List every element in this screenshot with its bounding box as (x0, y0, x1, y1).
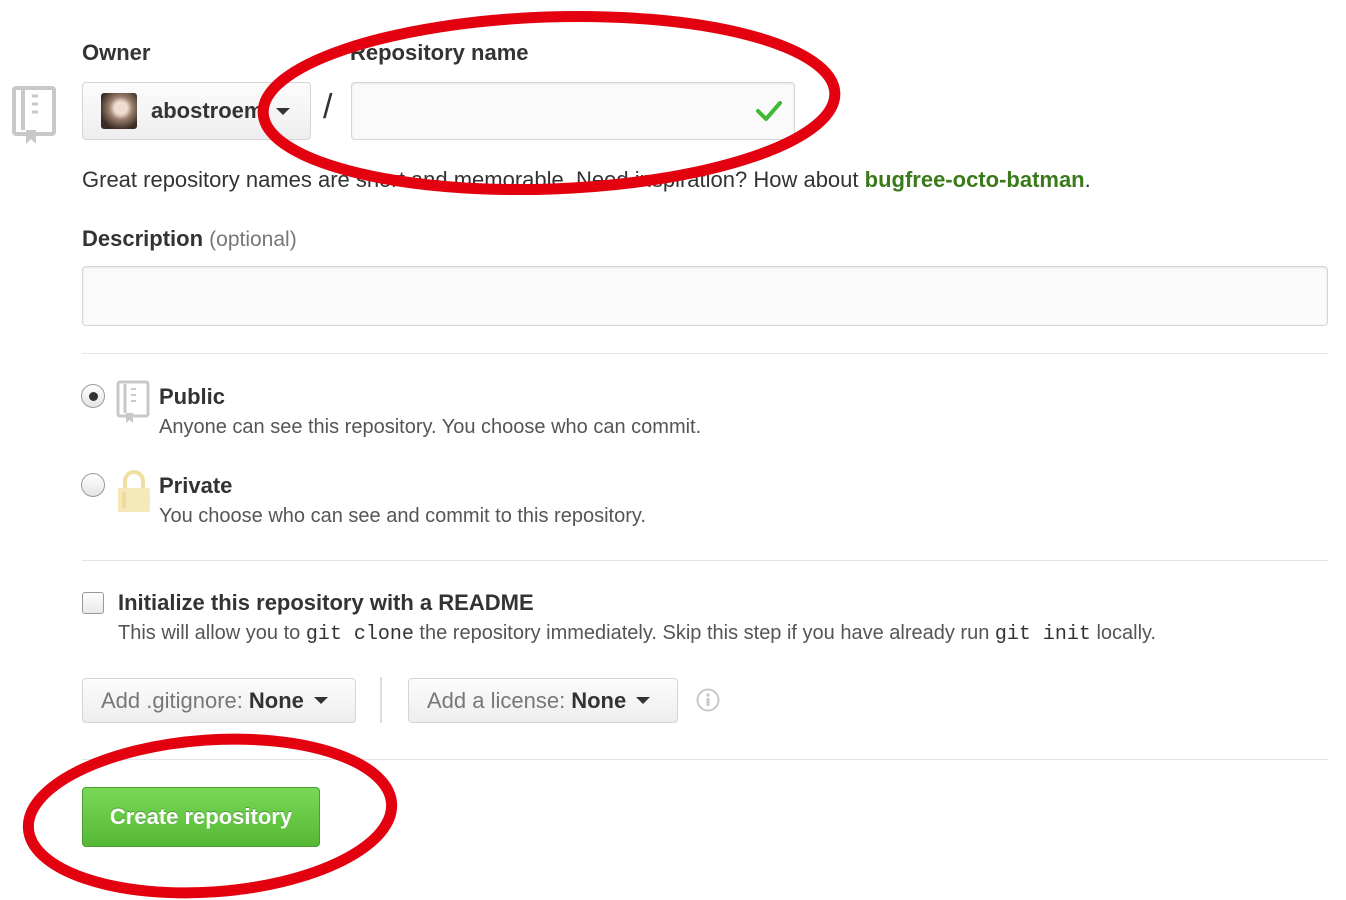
chevron-down-icon (276, 108, 290, 115)
readme-desc-part: the repository immediately. Skip this st… (413, 622, 995, 644)
repo-icon (12, 86, 56, 144)
owner-name: abostroem (151, 98, 264, 123)
lock-icon (118, 470, 150, 512)
readme-description: This will allow you to git clone the rep… (118, 622, 1156, 646)
description-label: Description (optional) (82, 226, 297, 252)
check-icon (756, 101, 782, 121)
license-label: Add a license: (427, 687, 566, 713)
repo-icon (116, 380, 150, 423)
public-option-description: Anyone can see this repository. You choo… (159, 416, 702, 438)
info-icon[interactable] (696, 688, 720, 712)
private-option-title: Private (159, 473, 233, 498)
git-clone-code: git clone (305, 623, 414, 646)
chevron-down-icon (313, 697, 328, 704)
name-suggestion-link[interactable]: bugfree-octo-batman (865, 167, 1085, 192)
divider (82, 759, 1328, 760)
readme-desc-part: This will allow you to (118, 622, 306, 644)
private-option-description: You choose who can see and commit to thi… (159, 505, 646, 527)
repository-name-label: Repository name (350, 40, 529, 65)
repository-name-input[interactable] (351, 82, 795, 140)
repository-name-hint: Great repository names are short and mem… (82, 167, 1091, 193)
readme-desc-part: locally. (1090, 622, 1157, 644)
divider (82, 353, 1328, 354)
owner-repo-separator: / (323, 88, 333, 126)
hint-text: Great repository names are short and mem… (82, 167, 865, 192)
user-avatar (101, 93, 137, 129)
description-optional: (optional) (209, 228, 297, 251)
license-value: None (571, 687, 627, 713)
readme-checkbox[interactable] (82, 592, 104, 614)
chevron-down-icon (636, 697, 651, 704)
create-repository-button[interactable]: Create repository (82, 787, 320, 847)
gitignore-label: Add .gitignore: (101, 687, 243, 713)
dropdown-separator (380, 677, 382, 723)
public-option-title: Public (159, 384, 226, 409)
hint-end: . (1084, 167, 1091, 192)
divider (82, 560, 1328, 561)
description-input[interactable] (82, 266, 1328, 326)
description-label-text: Description (82, 226, 204, 251)
readme-title: Initialize this repository with a README (118, 590, 534, 615)
radio-selected-dot (88, 391, 98, 401)
owner-label: Owner (82, 40, 151, 65)
owner-select[interactable]: abostroem (82, 82, 311, 140)
public-radio[interactable] (81, 384, 105, 408)
gitignore-select[interactable]: Add .gitignore: None (82, 678, 356, 723)
private-radio[interactable] (81, 473, 105, 497)
license-select[interactable]: Add a license: None (408, 678, 678, 723)
gitignore-value: None (248, 687, 304, 713)
git-init-code: git init (994, 623, 1091, 646)
